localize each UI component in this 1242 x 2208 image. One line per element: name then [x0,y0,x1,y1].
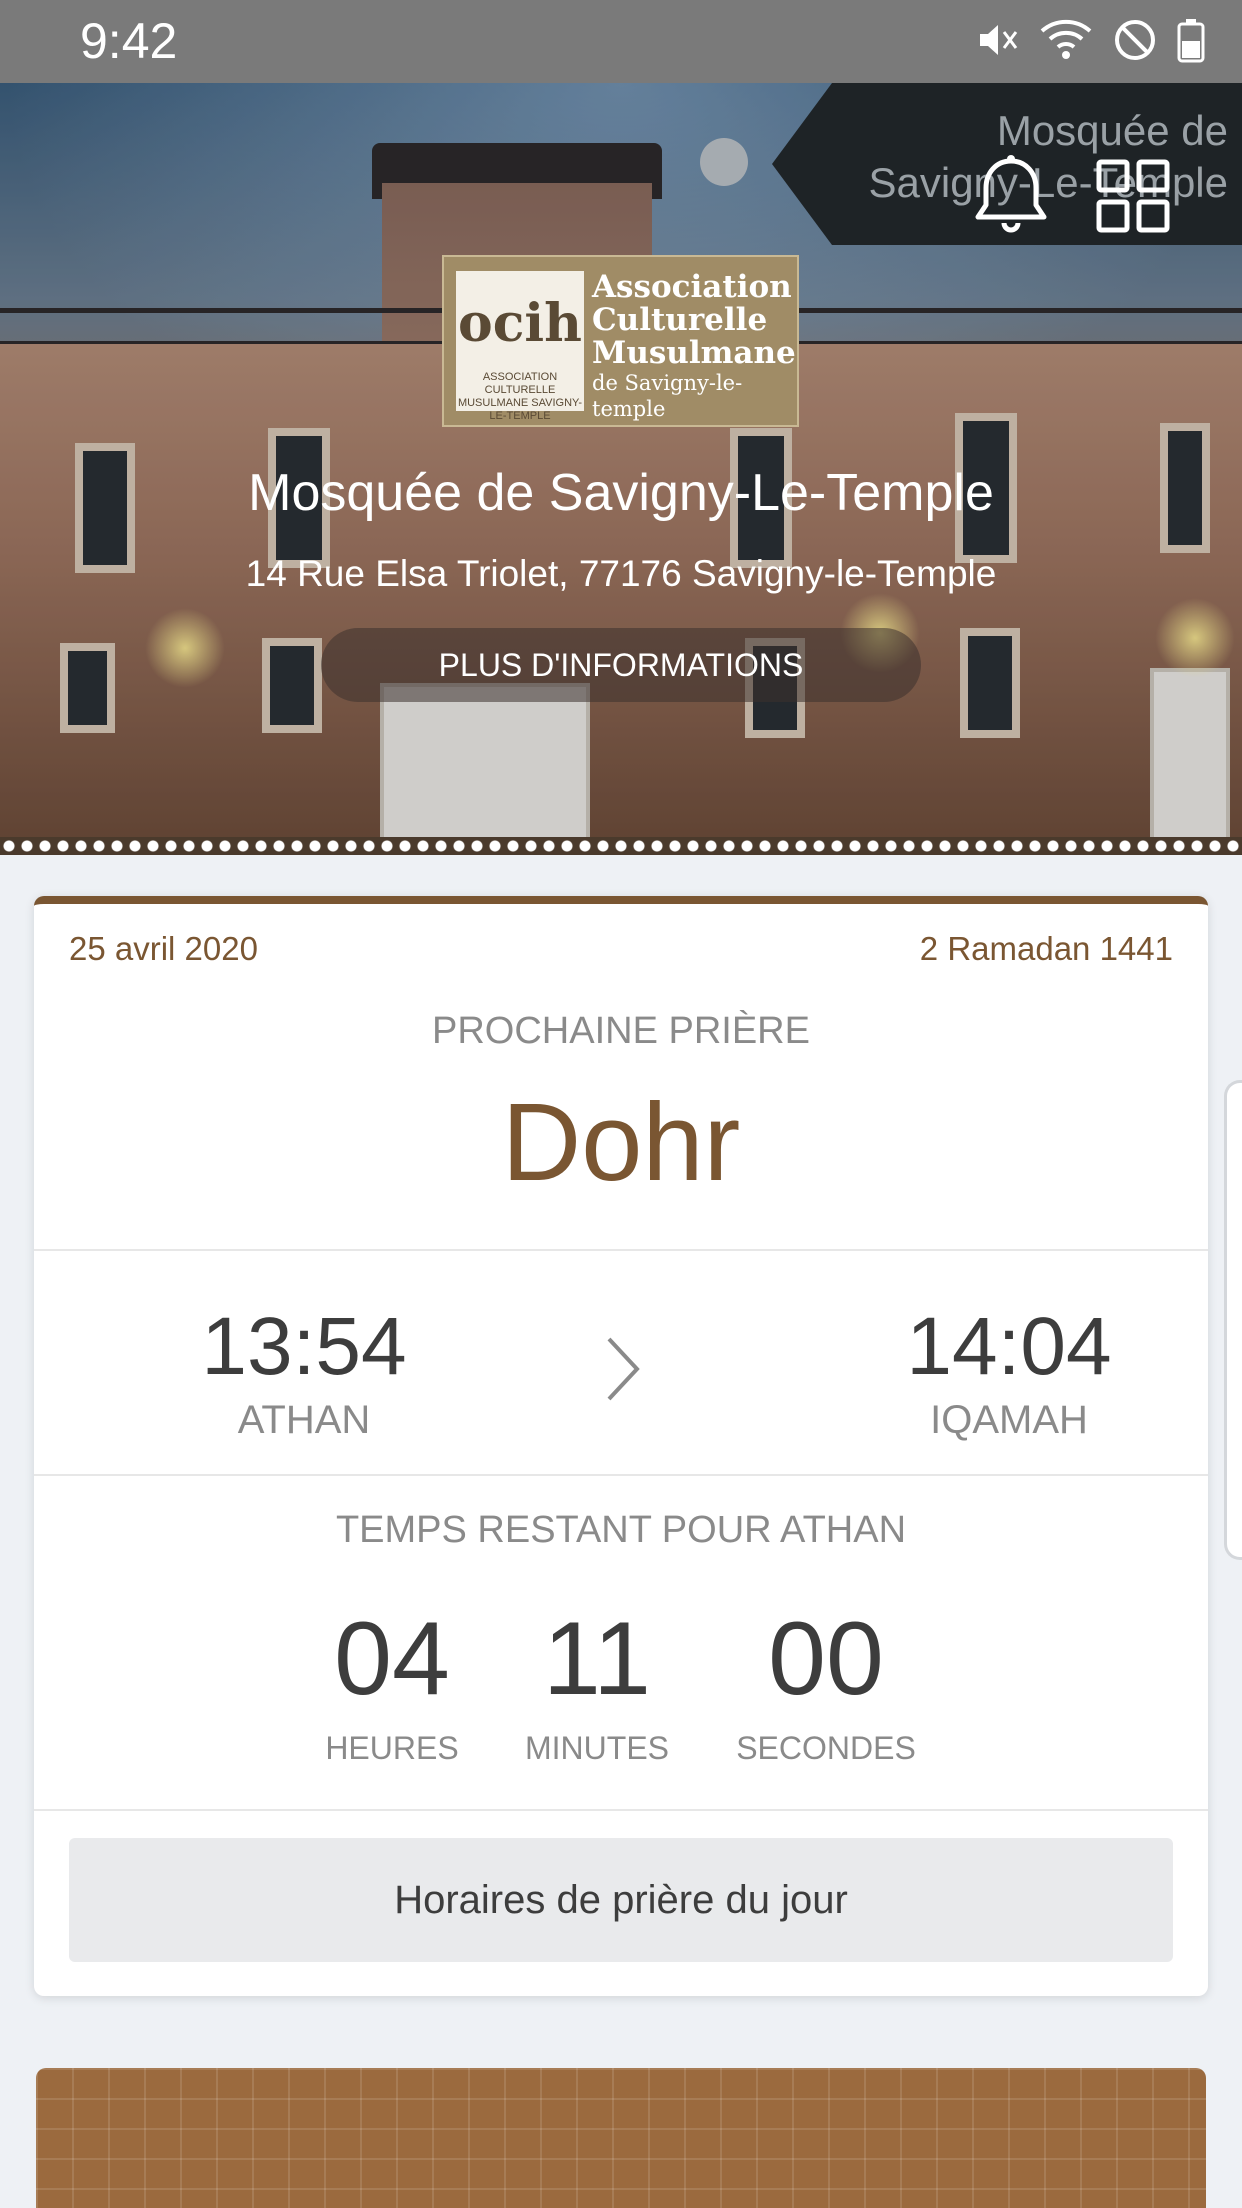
bell-icon [971,153,1051,244]
battery-icon [1176,17,1206,68]
logo-mark: ocih ASSOCIATION CULTURELLE MUSULMANE SA… [456,271,584,422]
status-time: 9:42 [80,13,178,69]
remaining-time-label: TEMPS RESTANT POUR ATHAN [335,1509,907,1551]
notification-button[interactable] [966,153,1056,243]
mute-icon [974,17,1020,68]
athan-block: 13:54 ATHAN [104,1299,504,1445]
status-bar: 9:42 [0,0,1242,83]
divider [34,1474,1208,1476]
athan-label: ATHAN [237,1398,371,1442]
mosque-hero: Mosquée de Savigny-Le-Temple ocih ASSOCI… [0,83,1242,855]
logo-line: Association [592,269,792,305]
minutes-label: MINUTES [525,1730,669,1766]
iqamah-time: 14:04 [906,1301,1112,1392]
association-logo: ocih ASSOCIATION CULTURELLE MUSULMANE SA… [442,255,799,427]
seconds-value: 00 [768,1601,884,1717]
chevron-right-icon [599,1329,649,1409]
do-not-disturb-icon [1112,17,1158,68]
athan-time: 13:54 [201,1301,407,1392]
logo-text: Association Culturelle Musulmane de Savi… [592,271,797,422]
grid-icon [1095,158,1171,239]
hijri-date: 2 Ramadan 1441 [919,930,1173,967]
iqamah-block: 14:04 IQAMAH [809,1299,1208,1445]
mosque-address: 14 Rue Elsa Triolet, 77176 Savigny-le-Te… [245,553,997,594]
next-prayer-card: 25 avril 2020 2 Ramadan 1441 PROCHAINE P… [34,896,1208,1996]
logo-mark-subtitle: ASSOCIATION CULTURELLE MUSULMANE SAVIGNY… [457,371,583,422]
grid-menu-button[interactable] [1088,153,1178,243]
hours-counter: 04 HEURES [292,1604,492,1768]
minutes-value: 11 [543,1601,651,1717]
seconds-label: SECONDES [736,1730,916,1766]
wifi-icon [1038,17,1094,68]
iqamah-label: IQAMAH [930,1398,1088,1442]
next-prayer-label: PROCHAINE PRIÈRE [432,1010,810,1052]
hours-label: HEURES [325,1730,459,1766]
seconds-counter: 00 SECONDES [726,1604,926,1768]
minutes-counter: 11 MINUTES [497,1604,697,1768]
decorative-border [0,837,1242,855]
secondary-card-image [36,2068,1206,2208]
logo-line: de Savigny-le-temple [592,371,743,421]
logo-line: Culturelle [592,302,768,338]
divider [34,1809,1208,1811]
daily-prayer-times-button[interactable]: Horaires de prière du jour [69,1838,1173,1962]
more-info-button[interactable]: PLUS D'INFORMATIONS [321,628,921,702]
status-icons [974,16,1206,68]
logo-mark-glyph: ocih [458,293,582,354]
logo-line: Musulmane [592,335,796,371]
divider [34,1249,1208,1251]
gregorian-date: 25 avril 2020 [69,930,258,967]
secondary-card[interactable] [36,2068,1206,2208]
next-card-peek[interactable] [1224,1080,1242,1560]
next-prayer-name: Dohr [501,1081,741,1204]
hours-value: 04 [334,1601,450,1717]
mosque-name: Mosquée de Savigny-Le-Temple [248,464,994,522]
